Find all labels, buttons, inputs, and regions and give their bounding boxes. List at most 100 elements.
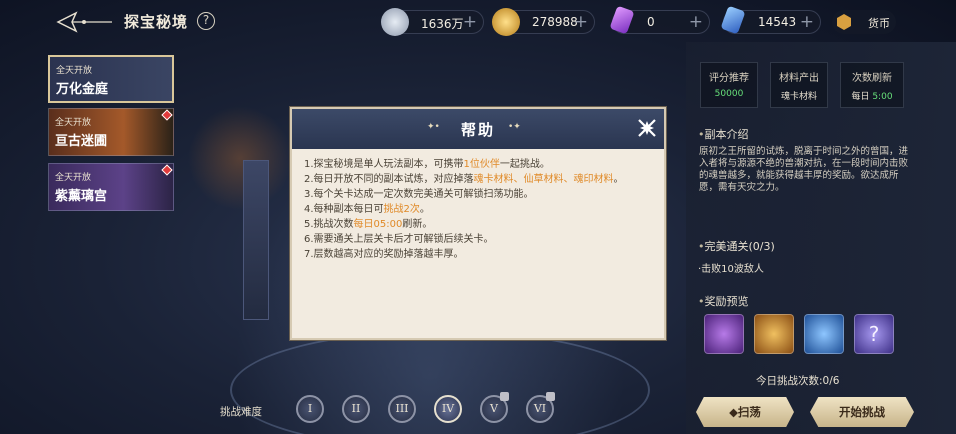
lock-icon <box>500 392 509 401</box>
clear-heading: 完美通关(0/3) <box>698 238 775 254</box>
difficulty-label: 挑战难度 <box>220 406 262 418</box>
difficulty-2-button[interactable]: II <box>342 395 370 423</box>
stat-recommended-score: 评分推荐 50000 <box>700 62 758 108</box>
difficulty-5-label: V <box>490 402 498 415</box>
help-text: 2.每日开放不同的副本试炼，对应掉落 <box>304 174 474 185</box>
stat-value: 50000 <box>714 89 744 99</box>
golden-star-icon[interactable] <box>754 314 794 354</box>
help-modal-title: 帮助 <box>460 121 495 139</box>
help-line: 6.需要通关上层关卡后才可解锁后续关卡。 <box>304 232 654 247</box>
stat-value-time: 5:00 <box>872 92 893 102</box>
help-highlight: 魂卡材料、仙草材料、魂印材料 <box>473 174 614 185</box>
currency-shop-button[interactable]: 货币 <box>832 10 896 34</box>
help-text: 5.挑战次数 <box>304 219 354 230</box>
difficulty-1-button[interactable]: I <box>296 395 324 423</box>
stat-refresh-time: 次数刷新 每日 5:00 <box>840 62 904 108</box>
help-modal: ✦• 帮助 •✦ 1.探宝秘境是单人玩法副本，可携带1位伙伴一起挑战。 2.每日… <box>290 107 666 340</box>
currency-purple-crystal: 0 + <box>609 5 710 35</box>
stat-label: 次数刷新 <box>852 73 892 84</box>
start-challenge-button[interactable]: 开始挑战 <box>810 397 914 427</box>
silver-value: 1636万 <box>421 17 464 31</box>
help-button[interactable]: ? <box>197 12 215 30</box>
dungeon-open-tag: 全天开放 <box>56 66 93 76</box>
dungeon-name: 紫薰璃宫 <box>55 189 108 204</box>
help-text: 3.每个关卡达成一定次数完美通关可解锁扫荡功能。 <box>304 189 534 200</box>
blue-medal-icon[interactable] <box>804 314 844 354</box>
difficulty-4-button[interactable]: IV <box>434 395 462 423</box>
gold-coin-icon <box>492 8 520 36</box>
blue-crystal-icon <box>720 5 746 35</box>
help-line: 2.每日开放不同的副本试炼，对应掉落魂卡材料、仙草材料、魂印材料。 <box>304 172 654 187</box>
help-line: 5.挑战次数每日05:00刷新。 <box>304 217 654 232</box>
sweep-icon: ◆ <box>729 405 738 419</box>
dungeon-tab-1[interactable]: 全天开放 万化金庭 <box>48 55 174 103</box>
sweep-label: 扫荡 <box>737 405 761 419</box>
dungeon-open-tag: 全天开放 <box>55 173 92 183</box>
tower-decoration <box>243 160 269 320</box>
help-line: 1.探宝秘境是单人玩法副本，可携带1位伙伴一起挑战。 <box>304 157 654 172</box>
dungeon-info-panel: 评分推荐 50000 材料产出 魂卡材料 次数刷新 每日 5:00 副本介绍 原… <box>686 42 956 434</box>
currency-shop-label: 货币 <box>868 17 890 30</box>
help-line: 4.每种副本每日可挑战2次。 <box>304 202 654 217</box>
intro-heading: 副本介绍 <box>698 126 749 142</box>
stat-material-output: 材料产出 魂卡材料 <box>770 62 828 108</box>
ornament-right-icon: •✦ <box>508 122 521 132</box>
intro-text: 原初之王所留的试炼，脱离于时间之外的曾国，进入者将与源源不绝的兽潮对抗，在一段时… <box>699 146 909 193</box>
help-line: 7.层数越高对应的奖励掉落越丰厚。 <box>304 247 654 262</box>
dungeon-name: 亘古迷圃 <box>55 134 108 149</box>
add-gold-button[interactable]: + <box>574 12 588 32</box>
dungeon-tab-3[interactable]: 全天开放 紫薰璃宫 <box>48 163 174 211</box>
dungeon-name: 万化金庭 <box>56 82 109 97</box>
blue-crystal-value: 14543 <box>758 15 797 29</box>
close-icon[interactable] <box>636 117 658 139</box>
daily-challenge-count: 今日挑战次数:0/6 <box>756 375 840 387</box>
help-text: 刷新。 <box>402 219 433 230</box>
back-button[interactable] <box>54 10 114 34</box>
add-blue-crystal-button[interactable]: + <box>800 12 814 32</box>
currency-box-icon <box>837 14 851 30</box>
dungeon-tab-2[interactable]: 全天开放 亘古迷圃 <box>48 108 174 156</box>
difficulty-6-label: VI <box>533 402 547 415</box>
help-text: 7.层数越高对应的奖励掉落越丰厚。 <box>304 249 464 260</box>
top-bar: 探宝秘境 ? 1636万 + 278988 + 0 + 14543 + 货币 <box>0 0 956 44</box>
stat-value-prefix: 每日 <box>851 92 873 102</box>
stat-value: 魂卡材料 <box>780 92 817 102</box>
help-modal-body: 1.探宝秘境是单人玩法副本，可携带1位伙伴一起挑战。 2.每日开放不同的副本试炼… <box>304 157 654 262</box>
notification-dot <box>161 164 173 176</box>
silver-coin-icon <box>381 8 409 36</box>
help-text: 1.探宝秘境是单人玩法副本，可携带 <box>304 159 464 170</box>
help-text: 。 <box>419 204 430 215</box>
difficulty-3-button[interactable]: III <box>388 395 416 423</box>
help-text: 。 <box>613 174 624 185</box>
stat-label: 评分推荐 <box>709 73 749 84</box>
purple-crystal-value: 0 <box>647 15 655 29</box>
stat-label: 材料产出 <box>779 73 819 84</box>
dungeon-open-tag: 全天开放 <box>55 118 92 128</box>
clear-condition: ·击败10波敌人 <box>698 264 764 275</box>
purple-crystal-icon <box>609 5 635 35</box>
help-text: 6.需要通关上层关卡后才可解锁后续关卡。 <box>304 234 494 245</box>
stat-value: 每日 5:00 <box>841 89 903 102</box>
question-icon[interactable]: ? <box>854 314 894 354</box>
difficulty-6-button[interactable]: VI <box>526 392 555 423</box>
help-modal-header: ✦• 帮助 •✦ <box>292 109 664 149</box>
back-arrow-icon <box>56 11 112 33</box>
help-line: 3.每个关卡达成一定次数完美通关可解锁扫荡功能。 <box>304 187 654 202</box>
help-highlight: 每日05:00 <box>353 219 403 230</box>
ornament-left-icon: ✦• <box>427 122 440 132</box>
help-highlight: 1位伙伴 <box>463 159 500 170</box>
rewards-heading: 奖励预览 <box>698 293 749 309</box>
add-silver-button[interactable]: + <box>463 12 477 32</box>
difficulty-5-button[interactable]: V <box>480 392 509 423</box>
help-text: 4.每种副本每日可 <box>304 204 384 215</box>
notification-dot <box>161 109 173 121</box>
help-text: 一起挑战。 <box>499 159 550 170</box>
add-purple-crystal-button[interactable]: + <box>689 12 703 32</box>
gold-value: 278988 <box>532 15 578 29</box>
sweep-button[interactable]: ◆扫荡 <box>696 397 794 427</box>
help-highlight: 挑战2次 <box>383 204 420 215</box>
currency-gold: 278988 + <box>492 8 595 36</box>
currency-blue-crystal: 14543 + <box>720 5 821 35</box>
currency-silver: 1636万 + <box>381 8 484 36</box>
purple-chest-icon[interactable] <box>704 314 744 354</box>
